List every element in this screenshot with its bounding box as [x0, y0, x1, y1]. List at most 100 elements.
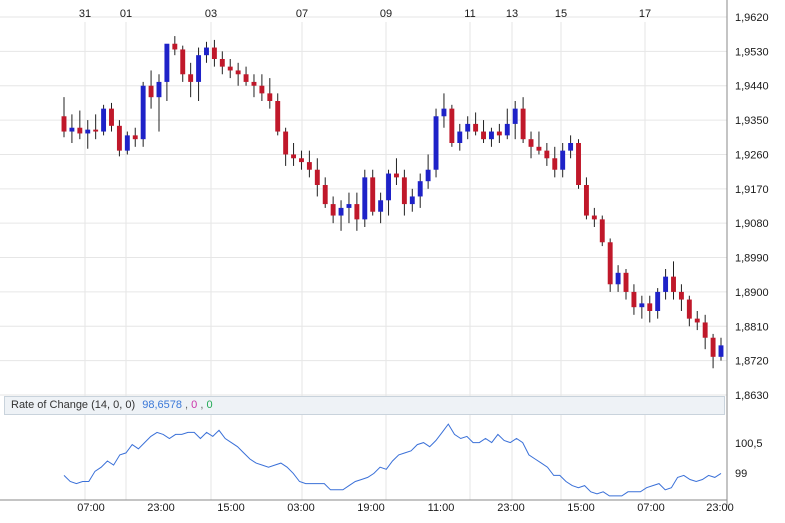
candle-up	[465, 123, 471, 132]
time-label: 23:00	[497, 502, 525, 514]
candle-down	[647, 303, 653, 311]
date-label-31: 31	[79, 8, 91, 20]
candle-down	[496, 131, 502, 136]
indicator-value-3: 0	[206, 399, 213, 411]
candle-up	[69, 127, 75, 132]
candle-down	[686, 299, 692, 319]
candle-up	[615, 272, 621, 285]
price-tick-label: 1,8990	[735, 253, 769, 265]
candle-up	[655, 291, 661, 311]
candle-up	[409, 196, 415, 205]
candle-down	[291, 154, 297, 159]
time-label: 03:00	[287, 502, 315, 514]
candle-down	[219, 59, 225, 67]
indicator-legend[interactable]: Rate of Change (14, 0, 0) 98,6578 , 0 , …	[4, 396, 725, 415]
candle-down	[702, 322, 708, 338]
candle-down	[275, 101, 281, 132]
candle-down	[591, 215, 597, 220]
time-label: 15:00	[217, 502, 245, 514]
candle-down	[520, 108, 526, 140]
candle-up	[663, 276, 669, 292]
candle-up	[378, 200, 384, 212]
candle-down	[148, 85, 154, 98]
candle-down	[599, 219, 605, 243]
candle-down	[449, 108, 455, 143]
candle-down	[93, 129, 99, 132]
roc-tick-label: 100,5	[735, 438, 763, 450]
candle-up	[164, 43, 170, 82]
candle-up	[124, 135, 130, 151]
candle-down	[354, 204, 360, 220]
candle-down	[552, 158, 558, 170]
candle-up	[441, 108, 447, 117]
candle-down	[544, 150, 550, 159]
candle-up	[85, 129, 91, 134]
price-tick-label: 1,8900	[735, 287, 769, 299]
time-label: 15:00	[567, 502, 595, 514]
time-axis-labels: 07:00 23:00 15:00 03:00 19:00 11:00 23:0…	[77, 502, 734, 514]
price-tick-label: 1,9080	[735, 218, 769, 230]
date-label-09: 09	[380, 8, 392, 20]
candle-down	[283, 131, 289, 155]
candle-up	[362, 177, 368, 220]
price-axis-labels: 1,9620 1,9530 1,9440 1,9350 1,9260 1,9170 1,90…	[735, 12, 769, 402]
indicator-name: Rate of Change (14, 0, 0)	[11, 399, 136, 411]
candle-down	[623, 272, 629, 292]
candle-down	[481, 131, 486, 140]
roc-tick-label: 99	[735, 468, 747, 480]
time-label: 23:00	[147, 502, 175, 514]
candle-down	[188, 74, 194, 82]
candle-down	[180, 49, 186, 75]
candle-down	[370, 177, 376, 212]
candle-down	[330, 204, 336, 216]
candle-up	[568, 143, 574, 151]
candle-down	[116, 125, 122, 151]
candle-up	[639, 303, 645, 308]
candle-down	[576, 143, 581, 185]
candle-down	[172, 43, 178, 50]
candle-up	[204, 47, 209, 56]
price-tick-label: 1,9620	[735, 12, 769, 24]
candle-up	[504, 123, 510, 136]
y-axis	[0, 0, 728, 508]
date-label-07: 07	[296, 8, 308, 20]
candle-up	[156, 81, 162, 98]
candle-down	[235, 70, 241, 75]
candle-up	[196, 55, 202, 82]
time-label: 23:00	[706, 502, 734, 514]
candle-down	[678, 291, 684, 300]
roc-axis-labels: 100,5 99	[735, 438, 763, 480]
price-tick-label: 1,8630	[735, 390, 769, 402]
top-date-labels: 31 01 03 07 09 11 13 15 17	[79, 8, 651, 20]
candle-down	[259, 85, 265, 94]
candle-down	[694, 318, 700, 323]
candle-up	[425, 169, 431, 182]
candle-down	[109, 108, 114, 126]
candle-down	[528, 139, 534, 147]
price-tick-label: 1,9530	[735, 46, 769, 58]
candle-up	[386, 173, 391, 201]
candle-down	[299, 158, 304, 163]
date-label-15: 15	[555, 8, 567, 20]
candle-down	[314, 169, 320, 185]
roc-series-line	[63, 423, 722, 497]
candle-down	[671, 276, 676, 292]
candle-down	[710, 337, 716, 357]
price-tick-label: 1,8720	[735, 356, 769, 368]
candle-up	[718, 345, 724, 357]
price-tick-label: 1,9350	[735, 115, 769, 127]
candle-down	[77, 127, 83, 134]
candle-down	[607, 242, 613, 285]
candle-down	[227, 66, 233, 71]
candle-down	[243, 74, 249, 82]
candle-up	[560, 150, 566, 170]
candle-down	[211, 47, 217, 59]
candle-down	[394, 173, 399, 178]
candle-up	[417, 181, 423, 197]
candle-down	[251, 81, 257, 86]
candle-up	[338, 207, 344, 216]
candle-up	[488, 131, 494, 140]
legend-separator: ,	[185, 399, 189, 411]
candle-up	[512, 108, 518, 124]
candle-up	[101, 108, 107, 132]
